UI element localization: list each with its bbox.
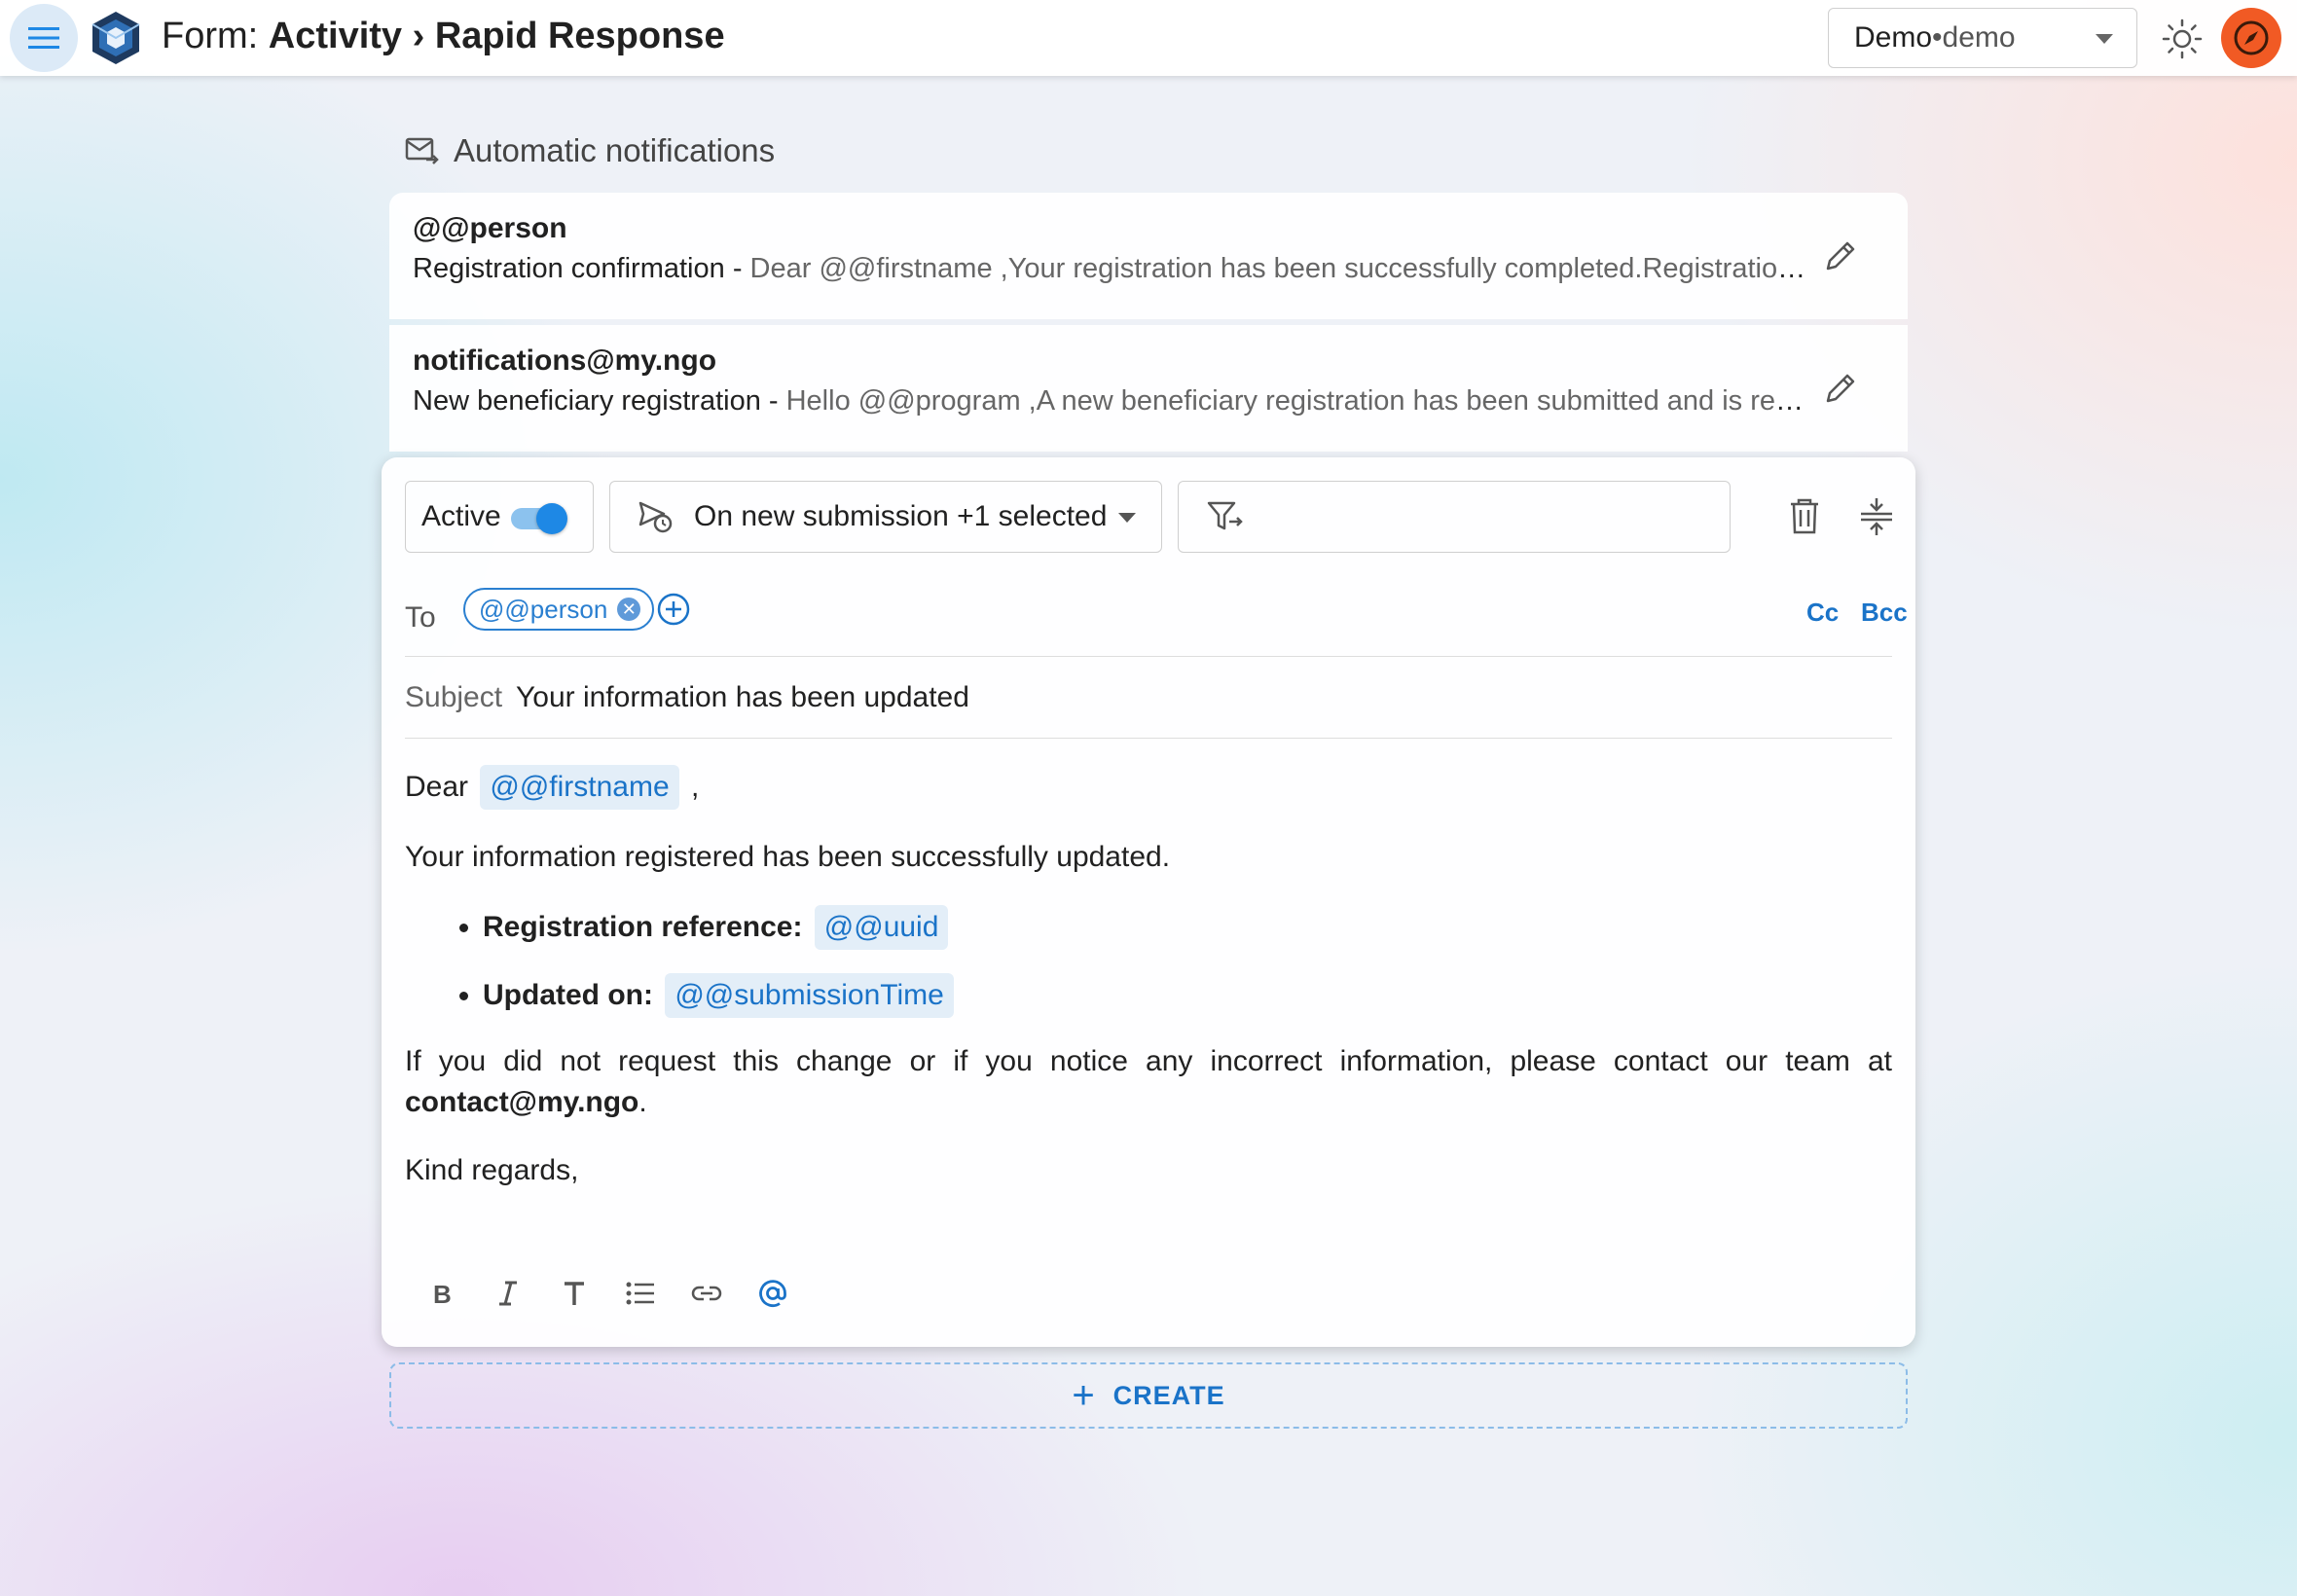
sun-icon[interactable] bbox=[2161, 18, 2204, 60]
notification-item[interactable]: notifications@my.ngo New beneficiary reg… bbox=[389, 325, 1908, 452]
filter-icon bbox=[1207, 501, 1243, 530]
italic-button[interactable] bbox=[475, 1269, 541, 1318]
edit-icon[interactable] bbox=[1822, 370, 1859, 407]
notification-recipient: notifications@my.ngo bbox=[413, 345, 717, 377]
italic-icon bbox=[499, 1281, 517, 1306]
avatar[interactable] bbox=[2221, 8, 2281, 68]
notification-item[interactable]: @@person Registration confirmation - Dea… bbox=[389, 193, 1908, 319]
chevron-down-icon bbox=[1118, 513, 1136, 523]
section-header: Automatic notifications bbox=[405, 132, 775, 169]
notification-editor: Active On new submission +1 selected To … bbox=[382, 457, 1915, 1347]
link-icon bbox=[691, 1286, 722, 1301]
body-line: If you did not request this change or if… bbox=[405, 1045, 1892, 1118]
subject-value[interactable]: Your information has been updated bbox=[516, 681, 969, 714]
app-logo-icon[interactable] bbox=[88, 10, 144, 66]
notification-summary: Registration confirmation - Dear @@first… bbox=[413, 253, 1814, 284]
breadcrumb-form[interactable]: Activity bbox=[269, 16, 402, 56]
remove-chip-icon[interactable]: ✕ bbox=[617, 598, 641, 621]
notification-recipient: @@person bbox=[413, 212, 567, 244]
variable-tag[interactable]: @@submissionTime bbox=[665, 973, 954, 1018]
link-button[interactable] bbox=[674, 1269, 740, 1318]
trigger-value: On new submission +1 selected bbox=[694, 500, 1108, 532]
edit-icon[interactable] bbox=[1822, 237, 1859, 274]
bullet-list-button[interactable] bbox=[607, 1269, 674, 1318]
to-row: To @@person ✕ Cc Bcc bbox=[405, 588, 1908, 657]
subject-label: Subject bbox=[405, 681, 503, 713]
active-label: Active bbox=[421, 500, 501, 532]
text-style-button[interactable] bbox=[541, 1269, 607, 1318]
cc-button[interactable]: Cc bbox=[1806, 598, 1839, 628]
add-recipient-icon[interactable] bbox=[656, 592, 691, 627]
at-sign-icon bbox=[759, 1280, 786, 1307]
compass-icon bbox=[2234, 20, 2269, 55]
body-line: Your information registered has been suc… bbox=[405, 841, 1171, 873]
active-switch[interactable] bbox=[511, 503, 567, 534]
bold-button[interactable]: B bbox=[409, 1269, 475, 1318]
mention-button[interactable] bbox=[740, 1269, 806, 1318]
trigger-select[interactable]: On new submission +1 selected bbox=[609, 481, 1162, 553]
notification-summary: New beneficiary registration - Hello @@p… bbox=[413, 385, 1814, 417]
list-item: Updated on: @@submissionTime bbox=[483, 973, 1892, 1018]
list-icon bbox=[626, 1282, 654, 1305]
send-clock-icon bbox=[638, 501, 673, 533]
space-select[interactable]: Demo • demo bbox=[1828, 8, 2137, 68]
section-title: Automatic notifications bbox=[454, 132, 776, 168]
svg-text:B: B bbox=[433, 1280, 452, 1308]
recipient-chip[interactable]: @@person ✕ bbox=[463, 588, 655, 631]
message-body[interactable]: Dear @@firstname , Your information regi… bbox=[405, 765, 1892, 1218]
bcc-button[interactable]: Bcc bbox=[1861, 598, 1908, 628]
body-closing: Kind regards, bbox=[405, 1154, 579, 1186]
text-icon bbox=[565, 1282, 584, 1305]
page-title: Form: Activity › Rapid Response bbox=[162, 16, 725, 56]
to-label: To bbox=[405, 601, 436, 634]
variable-tag[interactable]: @@uuid bbox=[814, 905, 949, 950]
collapse-icon[interactable] bbox=[1857, 496, 1896, 537]
switch-knob bbox=[536, 503, 567, 534]
hamburger-icon bbox=[28, 27, 59, 49]
trash-icon[interactable] bbox=[1785, 496, 1824, 537]
top-app-bar: Form: Activity › Rapid Response Demo • d… bbox=[0, 0, 2297, 76]
list-item: Registration reference: @@uuid bbox=[483, 905, 1892, 950]
create-notification-button[interactable]: + CREATE bbox=[389, 1362, 1908, 1429]
plus-icon: + bbox=[1072, 1374, 1096, 1417]
mail-forward-icon bbox=[405, 137, 439, 164]
condition-filter[interactable] bbox=[1178, 481, 1731, 553]
subject-field[interactable]: Subject Your information has been update… bbox=[405, 656, 1892, 739]
menu-button[interactable] bbox=[10, 4, 78, 72]
body-greeting: Dear @@firstname , bbox=[405, 765, 1892, 810]
breadcrumb-current: Rapid Response bbox=[434, 16, 725, 56]
variable-tag[interactable]: @@firstname bbox=[480, 765, 679, 810]
bold-icon: B bbox=[433, 1280, 452, 1308]
formatting-toolbar: B bbox=[409, 1269, 806, 1318]
body-list: Registration reference: @@uuid Updated o… bbox=[405, 905, 1892, 1018]
active-toggle-box[interactable]: Active bbox=[405, 481, 594, 553]
chevron-down-icon bbox=[2096, 34, 2113, 44]
